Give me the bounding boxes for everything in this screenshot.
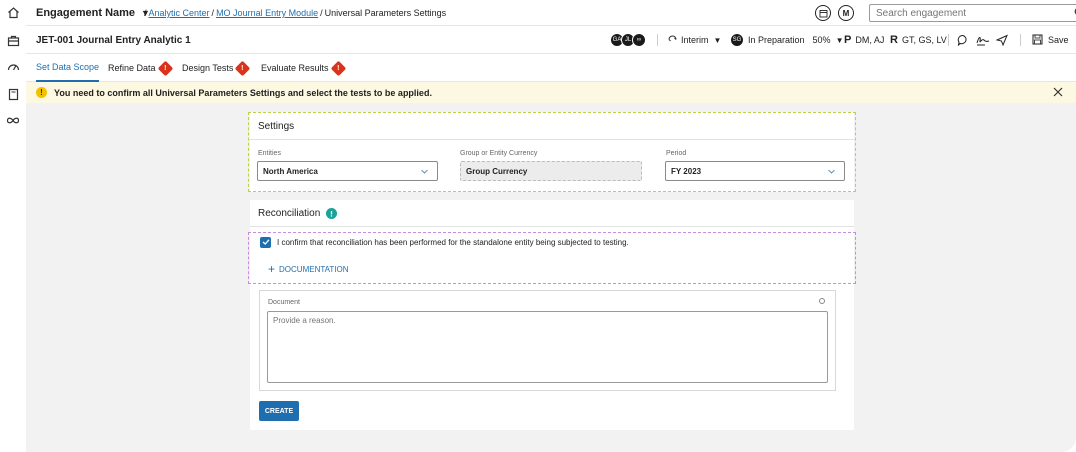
gauge-icon[interactable] — [5, 58, 21, 74]
status-avatar: SG — [730, 33, 744, 47]
reviewer-label: R — [890, 34, 898, 46]
chevron-down-icon: ▼ — [713, 35, 722, 45]
top-bar: Engagement Name ▼ / Analytic Center / MO… — [26, 0, 1076, 26]
divider — [250, 226, 854, 227]
tab-label: Design Tests — [182, 63, 234, 73]
comment-icon[interactable] — [957, 34, 969, 49]
user-avatar[interactable]: M — [838, 5, 854, 21]
interim-label: Interim — [681, 35, 709, 45]
alert-icon: ! — [36, 87, 47, 98]
banner-message: You need to confirm all Universal Parame… — [54, 87, 432, 98]
tab-design-tests[interactable]: Design Tests ! — [182, 54, 251, 82]
divider — [948, 34, 949, 46]
preparer-label: P — [844, 34, 852, 46]
preparer-names: DM, AJ — [855, 35, 885, 45]
book-icon[interactable] — [5, 86, 21, 102]
warning-icon: ! — [157, 60, 173, 76]
breadcrumb-separator: / — [320, 8, 323, 18]
status-label: In Preparation — [748, 35, 805, 45]
infinity-icon[interactable] — [5, 112, 21, 128]
confirmation-highlight — [248, 232, 856, 284]
tab-label: Set Data Scope — [36, 62, 100, 72]
signoff-icon[interactable] — [976, 34, 990, 49]
tab-refine-data[interactable]: Refine Data ! — [108, 54, 173, 82]
chevron-down-icon: ▼ — [835, 35, 844, 45]
breadcrumb-analytic-center[interactable]: Analytic Center — [149, 8, 210, 18]
document-textarea[interactable] — [267, 311, 828, 383]
tab-evaluate-results[interactable]: Evaluate Results ! — [261, 54, 346, 82]
engagement-selector[interactable]: Engagement Name ▼ — [36, 0, 150, 26]
tab-bar: Set Data Scope Refine Data ! Design Test… — [26, 54, 1076, 82]
tab-set-data-scope[interactable]: Set Data Scope — [36, 54, 100, 82]
close-icon[interactable] — [1052, 86, 1064, 101]
save-icon — [1032, 34, 1043, 47]
home-icon[interactable] — [5, 4, 21, 20]
document-label: Document — [268, 299, 300, 306]
breadcrumb: / Analytic Center / MO Journal Entry Mod… — [144, 0, 446, 26]
search-input[interactable] — [876, 5, 1066, 22]
send-icon[interactable] — [995, 34, 1008, 49]
warning-icon: ! — [235, 60, 251, 76]
info-icon[interactable] — [326, 207, 338, 219]
divider — [1020, 34, 1021, 46]
reconciliation-header: Reconciliation — [258, 200, 338, 226]
avatar[interactable]: ∞ — [632, 33, 646, 47]
tab-label: Refine Data — [108, 63, 156, 73]
search-box — [869, 4, 1076, 22]
percent-label: 50% — [812, 35, 831, 45]
user-initial[interactable]: M — [838, 5, 854, 21]
breadcrumb-current: Universal Parameters Settings — [324, 8, 447, 18]
title-bar: JET-001 Journal Entry Analytic 1 GA JL ∞… — [26, 26, 1076, 54]
left-rail — [0, 0, 26, 452]
create-button[interactable]: CREATE — [259, 401, 299, 421]
save-button[interactable]: Save — [1032, 26, 1069, 54]
avatar-group[interactable]: GA JL ∞ — [610, 33, 646, 47]
preparer-list[interactable]: P DM, AJ — [844, 26, 884, 54]
settings-highlight — [248, 112, 856, 192]
engagement-name[interactable]: Engagement Name — [36, 7, 135, 19]
briefcase-icon[interactable] — [5, 32, 21, 48]
page-title: JET-001 Journal Entry Analytic 1 — [36, 34, 191, 46]
reviewer-list[interactable]: R GT, GS, LV — [890, 26, 947, 54]
status-selector[interactable]: SG In Preparation 50% ▼ — [730, 26, 843, 54]
breadcrumb-journal-entry-module[interactable]: MO Journal Entry Module — [216, 8, 318, 18]
document-section: Document — [259, 290, 836, 391]
warning-banner: ! You need to confirm all Universal Para… — [26, 82, 1076, 103]
main-content: Settings Entities North America Group or… — [26, 103, 1076, 452]
breadcrumb-separator: / — [211, 8, 215, 18]
divider — [657, 34, 658, 46]
interim-selector[interactable]: Interim ▼ — [667, 26, 721, 54]
breadcrumb-separator: / — [144, 8, 147, 18]
reconciliation-heading: Reconciliation — [258, 207, 321, 219]
calendar-icon[interactable] — [815, 5, 831, 21]
refresh-icon — [667, 34, 678, 47]
banner-content: ! You need to confirm all Universal Para… — [36, 82, 432, 103]
save-label: Save — [1048, 35, 1069, 45]
settings-icon[interactable] — [819, 298, 825, 304]
reviewer-names: GT, GS, LV — [901, 35, 947, 45]
warning-icon: ! — [330, 60, 346, 76]
tab-label: Evaluate Results — [261, 63, 329, 73]
